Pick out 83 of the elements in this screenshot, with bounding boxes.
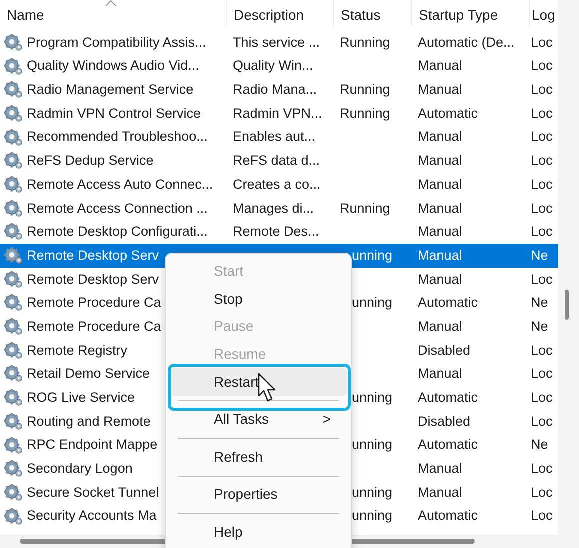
service-status: Running [340,34,390,50]
startup-type: Manual [418,224,462,240]
service-description: Enables aut... [233,129,316,144]
startup-type: Automatic [418,508,478,524]
service-name: RPC Endpoint Mappe [27,436,158,454]
log-on-as: Loc [531,224,553,240]
service-name: Recommended Troubleshoo... [27,128,208,146]
startup-type: Automatic [418,295,478,310]
service-name: Remote Procedure Ca [27,318,162,336]
startup-type: Manual [418,153,462,168]
service-name: Remote Procedure Ca [27,294,162,312]
startup-type: Automatic (De... [418,34,515,50]
log-on-as: Loc [531,414,553,429]
log-on-as: Ne [531,248,548,263]
service-description: Manages di... [233,200,314,216]
startup-type: Disabled [418,342,471,358]
log-on-as: Ne [531,295,548,310]
log-on-as: Loc [531,82,553,98]
service-status: Running [340,82,390,98]
service-name: Routing and Remote [27,412,151,431]
log-on-as: Loc [531,366,553,382]
service-status: unning [352,484,393,500]
service-name: Retail Demo Service [27,365,150,384]
service-status: Running [340,200,390,216]
startup-type: Manual [418,484,462,500]
startup-type: Manual [418,318,462,334]
service-status: unning [352,295,393,310]
log-on-as: Loc [531,200,553,216]
log-on-as: Ne [531,318,548,334]
log-on-as: Loc [531,34,553,50]
startup-type: Manual [418,82,462,98]
startup-type: Automatic [418,390,478,406]
log-on-as: Loc [531,461,553,476]
startup-type: Manual [418,366,462,382]
service-name: ReFS Dedup Service [27,152,154,170]
startup-type: Manual [418,200,462,216]
service-status: unning [352,508,393,524]
log-on-as: Loc [531,342,553,358]
service-description: ReFS data d... [233,153,320,168]
log-on-as: Loc [531,484,553,500]
service-name: Radmin VPN Control Service [27,104,202,123]
service-description: Remote Des... [233,224,320,240]
service-name: Remote Access Auto Connec... [27,176,214,194]
log-on-as: Loc [531,106,553,121]
service-name: Secondary Logon [27,460,133,478]
startup-type: Manual [418,176,462,192]
startup-type: Manual [418,461,462,476]
log-on-as: Loc [531,176,553,192]
service-name: Secure Socket Tunnel [27,484,160,502]
startup-type: Automatic [418,106,478,121]
startup-type: Disabled [418,414,471,429]
service-name: Quality Windows Audio Vid... [27,57,200,76]
submenu-arrow: > [322,410,331,430]
startup-type: Automatic [418,437,478,452]
startup-type: Manual [418,58,462,74]
service-status: unning [352,437,393,452]
service-status: Running [340,106,390,121]
startup-type: Manual [418,272,462,287]
log-on-as: Loc [531,272,553,287]
service-name: Radio Management Service [27,81,194,100]
service-description: Radmin VPN... [233,106,322,121]
service-name: Remote Desktop Serv [27,246,160,265]
startup-type: Manual [418,129,462,144]
service-name: Program Compatibility Assis... [27,34,206,52]
log-on-as: Loc [531,390,553,406]
log-on-as: Loc [531,508,553,524]
service-name: Remote Access Connection ... [27,200,208,218]
log-on-as: Loc [531,58,553,74]
service-description: Quality Win... [233,58,314,74]
service-name: ROG Live Service [27,389,136,408]
service-name: Security Accounts Ma [27,507,157,526]
service-description: Radio Mana... [233,82,318,98]
log-on-as: Loc [531,153,553,168]
service-name: Remote Desktop Serv [27,270,160,289]
service-name: Remote Desktop Configurati... [27,223,208,242]
service-description: This service ... [233,34,320,50]
service-status: unning [352,248,393,263]
service-name: Remote Registry [27,342,128,360]
service-description: Creates a co... [233,176,321,192]
log-on-as: Ne [531,437,548,452]
service-status: unning [352,390,393,406]
log-on-as: Loc [531,129,553,144]
startup-type: Manual [418,248,462,263]
